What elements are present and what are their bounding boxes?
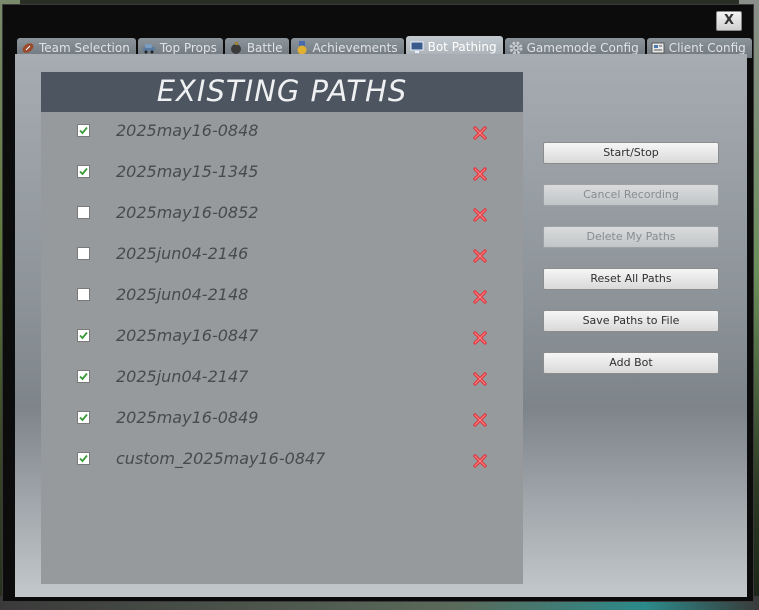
tab-label: Team Selection: [39, 41, 130, 55]
delete-path-icon[interactable]: [473, 412, 487, 427]
bot-pathing-panel: EXISTING PATHS 2025may16-0848 2025may15-1…: [15, 54, 747, 597]
tab-label: Achievements: [312, 41, 398, 55]
path-name: 2025may16-0848: [116, 121, 259, 140]
path-checkbox[interactable]: [77, 370, 90, 383]
path-checkbox[interactable]: [77, 206, 90, 219]
path-row: custom_2025may16-0847: [41, 440, 523, 481]
path-name: 2025jun04-2148: [116, 285, 249, 304]
tab-label: Bot Pathing: [427, 40, 497, 54]
path-name: 2025may15-1345: [116, 162, 259, 181]
start-stop-button[interactable]: Start/Stop: [543, 142, 719, 164]
bomb-icon: [229, 41, 243, 55]
existing-paths-title: EXISTING PATHS: [41, 72, 523, 112]
path-name: 2025may16-0847: [116, 326, 259, 345]
path-name: 2025may16-0849: [116, 408, 259, 427]
delete-path-icon[interactable]: [473, 453, 487, 468]
delete-path-icon[interactable]: [473, 248, 487, 263]
config-icon: [651, 41, 665, 55]
path-row: 2025jun04-2148: [41, 276, 523, 317]
delete-path-icon[interactable]: [473, 166, 487, 181]
delete-path-icon[interactable]: [473, 207, 487, 222]
path-checkbox[interactable]: [77, 329, 90, 342]
menu-window: X Team Selection Top Props Battle Achiev…: [2, 4, 754, 602]
cancel-recording-button[interactable]: Cancel Recording: [543, 184, 719, 206]
checkmark-icon: [79, 331, 88, 340]
checkmark-icon: [79, 372, 88, 381]
existing-paths-list: EXISTING PATHS 2025may16-0848 2025may15-1…: [41, 72, 523, 584]
tab-label: Battle: [246, 41, 283, 55]
gear-icon: [509, 41, 523, 55]
delete-path-icon[interactable]: [473, 125, 487, 140]
car-icon: [142, 41, 156, 55]
medal-icon: [295, 41, 309, 55]
close-button[interactable]: X: [716, 11, 742, 31]
delete-path-icon[interactable]: [473, 289, 487, 304]
path-name: 2025jun04-2147: [116, 367, 249, 386]
path-name: 2025jun04-2146: [116, 244, 249, 263]
monitor-icon: [410, 40, 424, 54]
path-row: 2025jun04-2146: [41, 235, 523, 276]
path-name: 2025may16-0852: [116, 203, 259, 222]
path-row: 2025may16-0849: [41, 399, 523, 440]
tab-label: Client Config: [668, 41, 746, 55]
tab-label: Top Props: [159, 41, 217, 55]
path-checkbox[interactable]: [77, 165, 90, 178]
football-icon: [21, 41, 35, 55]
path-checkbox[interactable]: [77, 124, 90, 137]
checkmark-icon: [79, 167, 88, 176]
save-paths-to-file-button[interactable]: Save Paths to File: [543, 310, 719, 332]
tab-label: Gamemode Config: [526, 41, 639, 55]
path-row: 2025may16-0848: [41, 112, 523, 153]
path-checkbox[interactable]: [77, 452, 90, 465]
path-checkbox[interactable]: [77, 288, 90, 301]
delete-path-icon[interactable]: [473, 330, 487, 345]
path-row: 2025may16-0852: [41, 194, 523, 235]
path-name: custom_2025may16-0847: [116, 449, 326, 468]
path-row: 2025may16-0847: [41, 317, 523, 358]
delete-path-icon[interactable]: [473, 371, 487, 386]
path-checkbox[interactable]: [77, 247, 90, 260]
checkmark-icon: [79, 413, 88, 422]
path-checkbox[interactable]: [77, 411, 90, 424]
path-row: 2025jun04-2147: [41, 358, 523, 399]
add-bot-button[interactable]: Add Bot: [543, 352, 719, 374]
path-row: 2025may15-1345: [41, 153, 523, 194]
delete-my-paths-button[interactable]: Delete My Paths: [543, 226, 719, 248]
checkmark-icon: [79, 126, 88, 135]
reset-all-paths-button[interactable]: Reset All Paths: [543, 268, 719, 290]
checkmark-icon: [79, 454, 88, 463]
